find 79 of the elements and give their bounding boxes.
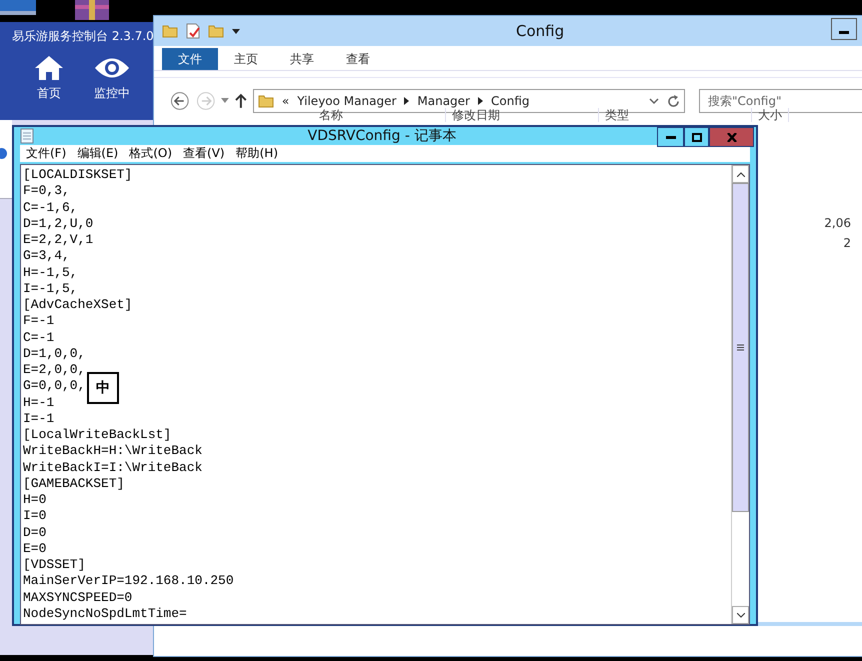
dropdown-icon[interactable]: [232, 27, 240, 35]
archive-icon[interactable]: [74, 0, 110, 20]
text-line: I=-1: [23, 410, 54, 427]
folder-icon: [208, 24, 224, 38]
menu-item[interactable]: 编辑(E): [77, 145, 118, 162]
dropdown-icon[interactable]: [648, 98, 659, 104]
text-line: G=3,4,: [23, 248, 70, 264]
minimize-icon: [839, 30, 849, 34]
menu-item[interactable]: 查看(V): [183, 145, 225, 162]
scroll-up-icon[interactable]: [736, 172, 744, 176]
text-line: I=0: [23, 508, 46, 524]
text-line: D=0: [23, 524, 46, 541]
ime-tooltip: 中: [87, 372, 119, 404]
breadcrumb-item[interactable]: Config: [491, 94, 530, 108]
text-line: E=2,0,0,: [23, 362, 86, 378]
text-line: C=-1: [23, 330, 54, 346]
notepad-icon: [20, 128, 34, 144]
text-line: [LocalWriteBackLst]: [23, 427, 172, 444]
menu-item[interactable]: 帮助(H): [236, 145, 278, 162]
close-button[interactable]: [709, 127, 754, 147]
ribbon-tab[interactable]: 共享: [274, 48, 330, 70]
app-title: 易乐游服务控制台 2.3.7.0: [11, 28, 155, 45]
file-size: 2,06: [824, 216, 851, 230]
up-icon[interactable]: [235, 93, 247, 109]
document-icon[interactable]: [186, 23, 200, 39]
text-line: WriteBackI=I:\WriteBack: [23, 460, 202, 476]
text-line: C=-1,6,: [23, 200, 78, 216]
maximize-icon: [692, 132, 702, 142]
text-line: E=2,2,V,1: [23, 232, 94, 248]
menu-item[interactable]: 文件(F): [26, 145, 66, 162]
ribbon-tab[interactable]: 查看: [330, 48, 386, 70]
text-line: [VDSSET]: [23, 557, 86, 574]
minimize-icon: [666, 136, 676, 138]
column-header[interactable]: 大小: [752, 108, 789, 122]
minimize-button[interactable]: [657, 127, 684, 147]
text-line: F=-1: [23, 313, 54, 330]
text-line: I=-1,5,: [23, 280, 78, 297]
chevron-icon: [404, 97, 410, 105]
text-line: [AdvCacheXSet]: [23, 297, 132, 314]
nav-item[interactable]: 监控中: [94, 55, 130, 102]
text-line: H=-1,5,: [23, 264, 78, 281]
text-line: H=-1: [23, 394, 54, 411]
maximize-button[interactable]: [684, 127, 709, 147]
breadcrumb-item[interactable]: Manager: [417, 94, 470, 108]
grip-icon[interactable]: [737, 344, 744, 351]
folder-icon: [162, 24, 178, 38]
scroll-down-icon[interactable]: [736, 612, 744, 618]
nav-item[interactable]: 首页: [34, 55, 64, 102]
text-line: D=1,2,U,0: [23, 216, 94, 232]
text-line: H=0: [23, 492, 46, 508]
column-header[interactable]: 类型: [599, 108, 752, 122]
column-header[interactable]: 修改日期: [446, 108, 599, 122]
back-icon[interactable]: [170, 91, 190, 111]
folder-icon: [258, 94, 274, 108]
text-line: MainSerVerIP=192.168.10.250: [23, 573, 234, 590]
breadcrumb-item[interactable]: Yileyoo Manager: [297, 94, 396, 108]
file-size: 2: [843, 236, 851, 250]
close-icon: [726, 132, 736, 142]
column-header[interactable]: 名称: [154, 108, 446, 122]
ribbon-tab[interactable]: 主页: [218, 48, 274, 70]
chevron-icon: [478, 97, 483, 105]
text-line: F=0,3,: [23, 183, 70, 200]
minimize-button[interactable]: [831, 18, 857, 40]
text-line: [LOCALDISKSET]: [23, 167, 132, 184]
window-title: VDSRVConfig - 记事本: [308, 127, 458, 145]
overflow-chevron[interactable]: «: [282, 94, 290, 108]
text-line: WriteBackH=H:\WriteBack: [23, 443, 202, 460]
menu-item[interactable]: 格式(O): [129, 145, 172, 162]
text-line: E=0: [23, 540, 46, 557]
home-icon: [34, 55, 64, 81]
window-title: Config: [516, 22, 564, 40]
scrollbar[interactable]: [731, 165, 749, 624]
text-line: NodeSyncNoSpdLmtTime=: [23, 606, 187, 622]
ribbon-tab[interactable]: 文件: [162, 48, 218, 70]
text-line: G=0,0,0,: [23, 378, 86, 394]
refresh-icon[interactable]: [666, 94, 680, 108]
text-line: D=1,0,0,: [23, 346, 86, 362]
text-line: [GAMEBACKSET]: [23, 476, 124, 492]
text-line: MAXSYNCSPEED=0: [23, 590, 132, 606]
